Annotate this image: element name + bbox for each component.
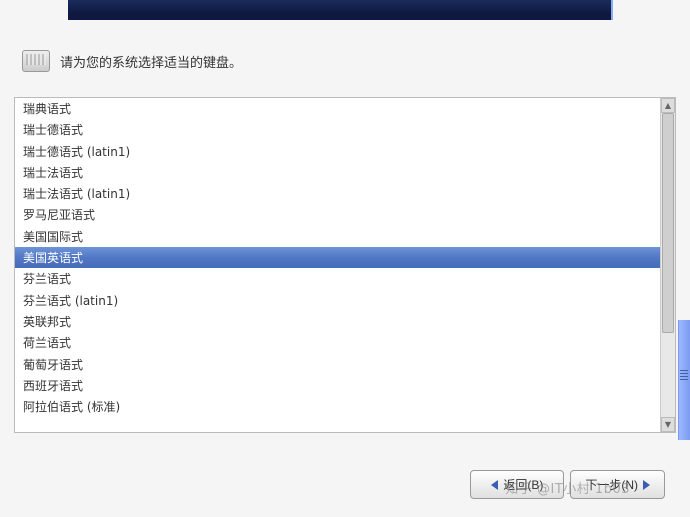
list-item[interactable]: 瑞士法语式 (latin1) xyxy=(15,183,660,204)
prompt-row: 请为您的系统选择适当的键盘。 xyxy=(22,50,242,72)
header-banner xyxy=(68,0,613,20)
list-item[interactable]: 葡萄牙语式 xyxy=(15,354,660,375)
list-item[interactable]: 美国英语式 xyxy=(15,247,660,268)
list-item[interactable]: 罗马尼亚语式 xyxy=(15,204,660,225)
list-item[interactable]: 西班牙语式 xyxy=(15,375,660,396)
keyboard-icon xyxy=(22,50,50,72)
back-button[interactable]: 返回(B) xyxy=(470,470,564,499)
list-item[interactable]: 芬兰语式 (latin1) xyxy=(15,290,660,311)
list-item[interactable]: 瑞典语式 xyxy=(15,98,660,119)
list-item[interactable]: 芬兰语式 xyxy=(15,268,660,289)
list-item[interactable]: 阿拉伯语式 (标准) xyxy=(15,396,660,417)
list-item[interactable]: 美国国际式 xyxy=(15,226,660,247)
list-item[interactable]: 英联邦式 xyxy=(15,311,660,332)
list-item[interactable]: 荷兰语式 xyxy=(15,332,660,353)
prompt-text: 请为您的系统选择适当的键盘。 xyxy=(60,52,242,71)
scroll-down-icon[interactable]: ▼ xyxy=(661,417,675,432)
keyboard-listbox[interactable]: 瑞典语式瑞士德语式瑞士德语式 (latin1)瑞士法语式瑞士法语式 (latin… xyxy=(14,97,676,433)
back-button-label: 返回(B) xyxy=(503,476,543,493)
scroll-up-icon[interactable]: ▲ xyxy=(661,98,675,113)
page-scroll-grip-icon xyxy=(680,370,688,380)
list-item[interactable]: 瑞士德语式 xyxy=(15,119,660,140)
nav-buttons: 返回(B) 下一步(N) xyxy=(470,470,665,499)
page-scrollbar[interactable] xyxy=(678,320,690,440)
arrow-right-icon xyxy=(643,480,650,490)
scrollbar-vertical[interactable]: ▲ ▼ xyxy=(660,98,675,432)
next-button[interactable]: 下一步(N) xyxy=(570,470,665,499)
scroll-thumb[interactable] xyxy=(662,113,674,333)
list-item[interactable]: 瑞士法语式 xyxy=(15,162,660,183)
next-button-label: 下一步(N) xyxy=(585,476,638,493)
arrow-left-icon xyxy=(491,480,498,490)
list-item[interactable]: 瑞士德语式 (latin1) xyxy=(15,141,660,162)
